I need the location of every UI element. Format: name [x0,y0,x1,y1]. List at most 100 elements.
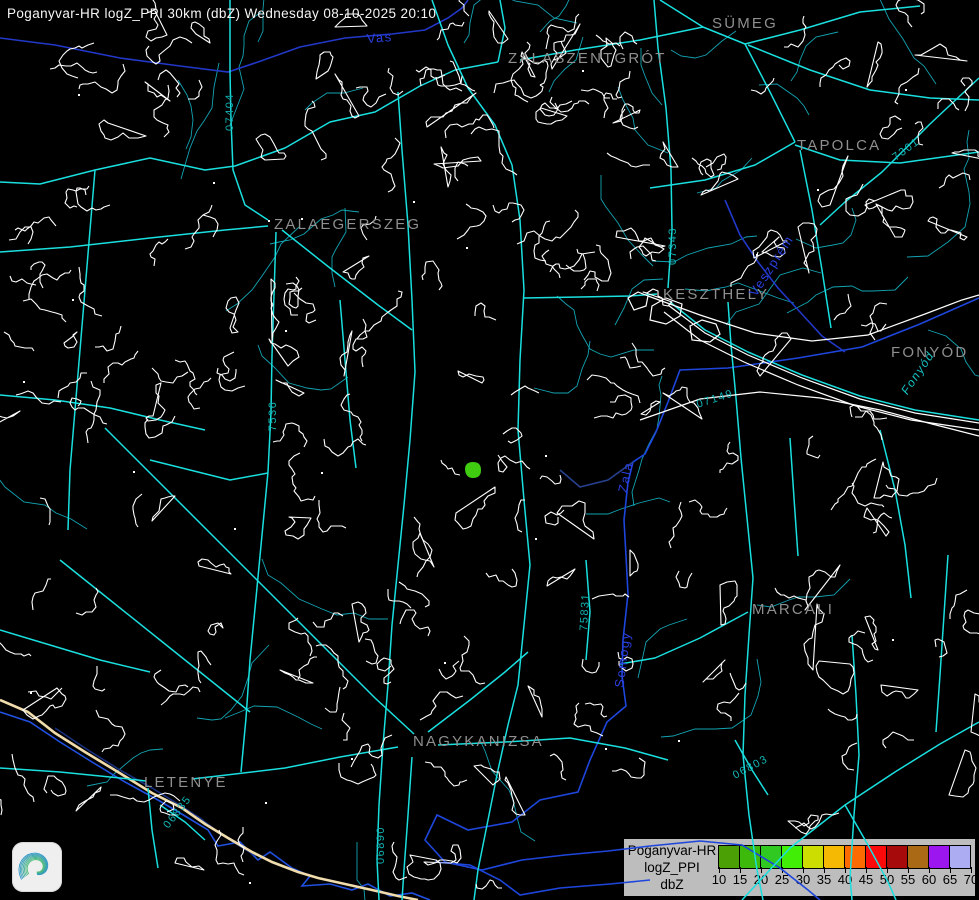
village-outline [584,245,611,281]
village-outline [818,156,848,207]
main-road-line [340,300,356,468]
main-road-line [68,170,95,530]
road-number-label: 07404 [224,93,236,131]
village-dot [756,254,758,256]
village-outline [422,261,442,290]
stream-lines-layer [0,0,979,900]
national-border-line [0,700,418,900]
village-outline [604,93,617,118]
village-dot [466,247,468,249]
village-outline [949,750,976,797]
main-road-line [800,150,831,328]
app-logo [12,842,62,892]
village-dot [605,748,607,750]
village-dot [817,189,819,191]
stream-line [0,463,87,529]
stream-line [796,208,856,248]
stream-line [262,559,388,619]
village-outline [377,658,394,684]
village-outline [476,880,502,889]
village-outline [95,326,121,351]
village-outline [630,550,638,576]
village-outline [59,43,94,78]
village-dot [268,220,270,222]
village-dot [285,330,287,332]
stream-line [178,80,193,149]
village-outline [276,380,304,396]
radar-display: Poganyvar-HR logZ_PPI 30km (dbZ) Wednesd… [0,0,979,900]
main-road-line [790,438,798,556]
stream-line [858,0,936,84]
village-outline [798,223,817,273]
village-outline [294,293,316,323]
main-road-line [748,45,979,100]
village-outline [286,283,302,308]
village-outline [76,787,101,811]
village-outline [720,581,737,625]
main-road-line [0,395,205,430]
village-outline [23,299,66,322]
road-number-label: 7301 [890,136,922,164]
village-outline [188,80,202,99]
radar-map-canvas: SÜMEGZALASZENTGRÓTTAPOLCAZALAEGERSZEGKES… [0,0,979,900]
village-outline [104,351,138,383]
village-outline [834,294,851,320]
village-dot [133,471,135,473]
village-dot [351,758,353,760]
village-outline [217,368,236,381]
main-road-line [377,92,415,900]
village-outline [289,453,315,501]
village-outline [574,703,603,736]
main-road-line [60,560,250,712]
village-outline [76,588,98,615]
village-outline [475,303,496,320]
village-outline [79,267,102,316]
village-outline [616,71,630,98]
city-label-nagykanizsa: NAGYKANIZSA [413,733,544,750]
village-outline [867,42,882,87]
village-outline [316,52,333,79]
village-outline [486,569,517,587]
village-outline [285,517,311,539]
village-outline [861,323,886,331]
road-number-label: 06803 [731,753,770,781]
village-outline [64,332,77,348]
road-number-label: 75831 [578,593,592,632]
village-outline [271,279,279,341]
product-title: Poganyvar-HR logZ_PPI 30km (dbZ) Wednesd… [7,6,436,21]
village-outline [191,22,210,43]
village-outline [150,239,168,266]
village-outline [86,381,100,443]
village-outline [445,115,494,138]
village-outline [4,332,34,351]
village-outline [961,78,972,111]
village-outline [498,455,530,472]
village-outline [585,703,607,717]
village-outline [388,68,403,95]
village-outline [880,116,902,139]
village-dot [213,182,215,184]
village-outline [79,64,125,93]
village-outline [388,589,411,608]
village-outline [865,616,878,650]
road-number-label: 06890 [375,826,387,864]
village-outline [896,0,924,27]
village-outline [788,815,818,834]
main-road-line [0,226,268,252]
stream-line [197,645,269,720]
village-outline [874,462,899,498]
village-outline [399,582,429,607]
village-outline [280,670,313,683]
village-outline [511,386,539,395]
road-number-label: 07343 [667,227,679,265]
map-labels-layer: SÜMEGZALASZENTGRÓTTAPOLCAZALAEGERSZEGKES… [144,14,968,864]
stream-line [671,31,736,58]
village-outline [692,158,714,177]
radar-echo [465,462,481,478]
village-outline [820,58,850,87]
village-outline [133,494,142,527]
village-outline [50,63,97,73]
village-outline [550,754,566,780]
city-label-marcali: MARCALI [752,601,834,618]
village-outline [581,279,599,291]
